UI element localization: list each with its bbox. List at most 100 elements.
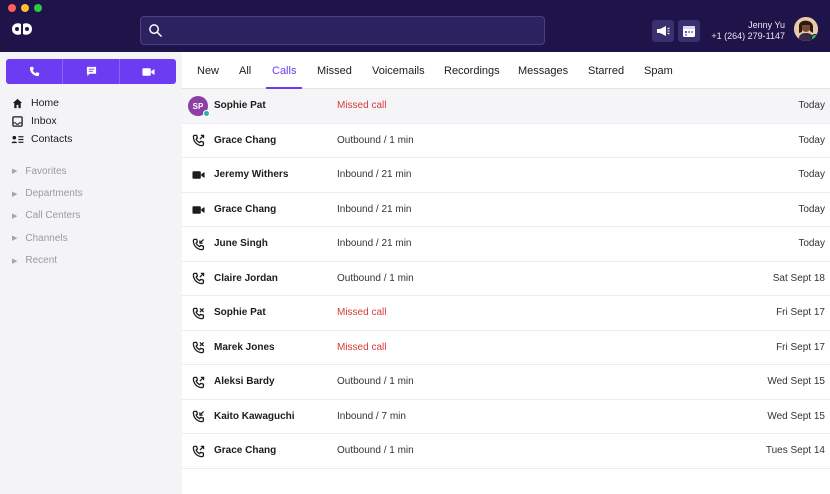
section-label: Call Centers [25,210,81,222]
maximize-window-button[interactable] [34,4,42,12]
table-row[interactable]: Grace Chang Outbound / 1 min Tues Sept 1… [182,434,830,469]
video-button[interactable] [120,59,176,84]
megaphone-icon [657,26,670,36]
call-list: SP Sophie Pat Missed call Today Grace Ch… [182,89,830,469]
chevron-right-icon: ▶ [12,235,18,243]
phone-icon [191,134,205,148]
sidebar-section-favorites[interactable]: ▶ Favorites [12,160,83,182]
sidebar-sections: ▶ Favorites ▶ Departments ▶ Call Centers… [12,160,83,272]
table-row[interactable]: Grace Chang Outbound / 1 min Today [182,123,830,158]
section-label: Favorites [25,165,67,177]
table-row[interactable]: Aleksi Bardy Outbound / 1 min Wed Sept 1… [182,365,830,400]
user-name: Jenny Yu [748,20,785,30]
section-label: Departments [25,188,83,200]
contact-name: Jeremy Withers [214,169,289,180]
section-label: Recent [25,255,58,267]
message-button[interactable] [63,59,120,84]
main-navigation: Home Inbox Contacts [10,94,72,148]
home-icon [10,97,24,109]
call-detail: Inbound / 21 min [337,169,412,180]
contact-name: June Singh [214,238,268,249]
contact-avatar: SP [188,96,210,117]
contact-name: Kaito Kawaguchi [214,410,295,422]
contact-name: Claire Jordan [214,272,278,284]
table-row[interactable]: Grace Chang Inbound / 21 min Today [182,192,830,227]
contacts-icon [10,133,24,145]
call-detail: Missed call [337,341,387,353]
table-row[interactable]: June Singh Inbound / 21 min Today [182,227,830,262]
table-row[interactable]: Jeremy Withers Inbound / 21 min Today [182,158,830,193]
nav-item-label: Inbox [31,115,57,127]
sidebar-section-channels[interactable]: ▶ Channels [12,227,83,249]
close-window-button[interactable] [8,4,16,12]
table-row[interactable]: Marek Jones Missed call Fri Sept 17 [182,330,830,365]
sidebar-section-call-centers[interactable]: ▶ Call Centers [12,205,83,227]
contact-name: Sophie Pat [214,307,266,318]
calendar-icon [683,26,695,37]
message-icon [86,66,96,77]
contact-name: Aleksi Bardy [214,376,275,387]
call-date: Today [798,238,825,249]
search-bar[interactable] [140,16,545,45]
call-detail: Inbound / 7 min [337,410,406,422]
phone-icon [29,66,39,77]
tab-messages[interactable]: Messages [518,65,568,89]
call-button[interactable] [6,59,63,84]
call-detail: Outbound / 1 min [337,134,414,146]
call-detail: Outbound / 1 min [337,445,414,456]
sidebar-section-departments[interactable]: ▶ Departments [12,182,83,204]
missed-call-icon [191,306,205,320]
user-phone: +1 (264) 279-1147 [711,31,785,41]
user-avatar[interactable] [794,17,818,41]
tab-spam[interactable]: Spam [644,65,673,89]
call-date: Today [798,203,825,215]
sidebar: Home Inbox Contacts ▶ Favorites ▶ Depart… [0,52,182,494]
sidebar-section-recent[interactable]: ▶ Recent [12,250,83,272]
avatar-initials: SP [192,101,204,111]
phone-icon [191,237,205,251]
announcements-button[interactable] [652,20,674,42]
phone-icon [191,375,205,389]
call-date: Today [798,134,825,146]
app-window: Jenny Yu +1 (264) 279-1147 Home Inbox Co… [0,0,830,494]
filter-tabs: New All Calls Missed Voicemails Recordin… [182,52,830,89]
call-date: Tues Sept 14 [765,445,825,456]
chevron-right-icon: ▶ [12,212,18,220]
contact-name: Sophie Pat [214,100,266,111]
tab-calls[interactable]: Calls [265,65,304,89]
tab-missed[interactable]: Missed [317,65,352,89]
search-input[interactable] [169,21,539,41]
status-dot [203,110,210,117]
call-detail: Missed call [337,307,387,318]
inbox-icon [10,115,24,127]
call-detail: Inbound / 21 min [337,203,412,215]
chevron-right-icon: ▶ [12,190,18,198]
table-row[interactable]: SP Sophie Pat Missed call Today [182,89,830,124]
table-row[interactable]: Claire Jordan Outbound / 1 min Sat Sept … [182,261,830,296]
tab-all[interactable]: All [239,65,251,89]
contact-name: Marek Jones [214,341,275,353]
tab-starred[interactable]: Starred [588,65,624,89]
call-date: Wed Sept 15 [767,376,825,387]
online-status-dot [811,34,818,41]
user-info[interactable]: Jenny Yu +1 (264) 279-1147 [711,20,785,42]
nav-item-label: Contacts [31,133,73,145]
tab-new[interactable]: New [197,65,219,89]
search-icon [149,24,162,37]
nav-item-inbox[interactable]: Inbox [10,112,72,130]
tab-voicemails[interactable]: Voicemails [372,65,425,89]
tab-recordings[interactable]: Recordings [444,65,500,89]
calendar-button[interactable] [678,20,700,42]
call-detail: Outbound / 1 min [337,376,414,387]
video-icon [191,168,205,182]
call-detail: Inbound / 21 min [337,238,412,249]
table-row[interactable]: Sophie Pat Missed call Fri Sept 17 [182,296,830,331]
contact-name: Grace Chang [214,445,277,456]
table-row[interactable]: Kaito Kawaguchi Inbound / 7 min Wed Sept… [182,399,830,434]
minimize-window-button[interactable] [21,4,29,12]
nav-item-contacts[interactable]: Contacts [10,130,72,148]
chevron-right-icon: ▶ [12,168,18,176]
phone-icon [191,410,205,424]
nav-item-home[interactable]: Home [10,94,72,112]
video-icon [141,67,155,76]
